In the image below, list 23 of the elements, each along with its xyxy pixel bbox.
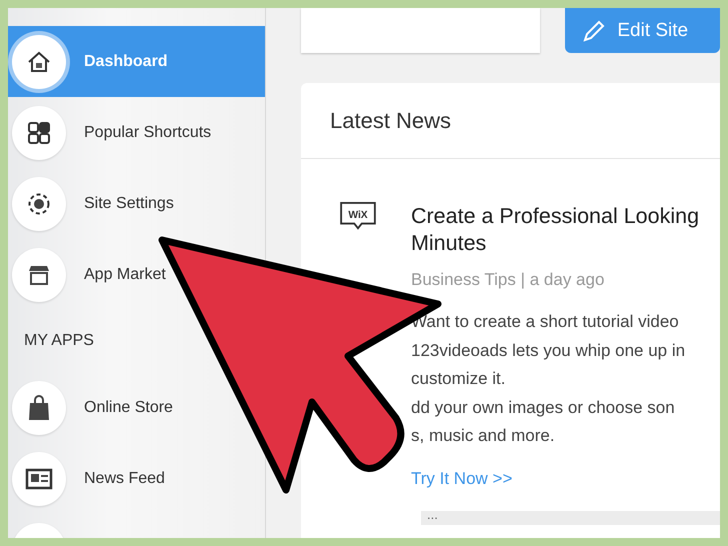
pencil-icon xyxy=(583,20,606,42)
article-text: customize it. xyxy=(411,368,506,390)
shopping-bag-icon xyxy=(27,394,51,420)
sidebar-item[interactable]: Popular Shortcuts xyxy=(8,97,216,168)
section-title: MY APPS xyxy=(23,331,95,351)
logo-bubble-icon: WiX xyxy=(339,201,377,231)
store-icon xyxy=(27,264,51,286)
article-title: Create a Professional Looking xyxy=(411,203,700,230)
settings-icon xyxy=(26,190,52,216)
grid-icon xyxy=(28,122,50,144)
sidebar-item[interactable]: Online Store xyxy=(8,372,177,443)
more-bar: ... xyxy=(421,510,720,524)
article-meta: Business Tips | a day ago xyxy=(411,270,606,290)
sidebar-item[interactable]: Site Settings xyxy=(8,168,178,239)
article-text: s, music and more. xyxy=(411,425,556,447)
card-title: Latest News xyxy=(301,83,720,159)
article-text: 123videoads lets you whip one up in xyxy=(411,340,686,362)
article-title: Minutes xyxy=(411,230,488,257)
sidebar-item[interactable]: News Feed xyxy=(8,443,169,514)
article-text: dd your own images or choose son xyxy=(411,396,676,418)
sidebar-item[interactable]: App Market xyxy=(8,239,170,310)
house-icon xyxy=(27,50,51,72)
newspaper-icon xyxy=(25,468,53,490)
